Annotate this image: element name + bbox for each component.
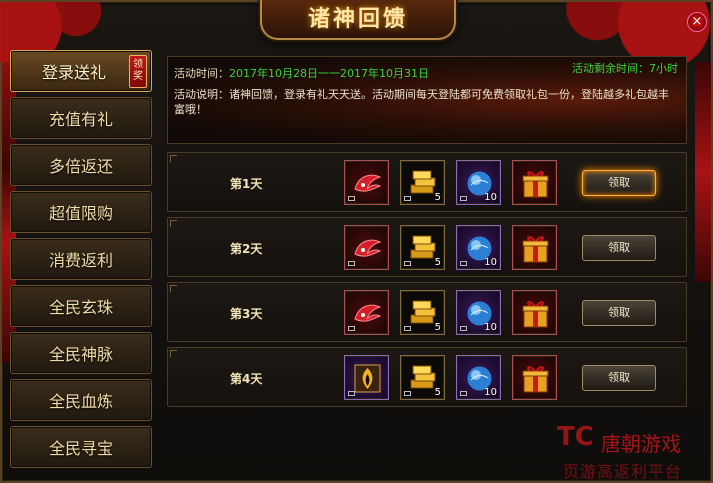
- item-count: 5: [434, 322, 441, 333]
- reward-slot[interactable]: [512, 290, 557, 335]
- bound-icon: [348, 391, 355, 396]
- red-wing-icon: [354, 304, 382, 322]
- bound-icon: [348, 326, 355, 331]
- sidebar-item-treasure-hunt[interactable]: 全民寻宝: [10, 426, 152, 468]
- watermark-logo: TC 唐朝游戏 页游高返利平台: [557, 420, 713, 482]
- sidebar-item-spend-rebate[interactable]: 消费返利: [10, 238, 152, 280]
- title-plate: 诸神回馈: [260, 0, 456, 40]
- reward-row: 第2天 5 10 领取: [167, 217, 687, 277]
- item-count: 10: [484, 322, 497, 333]
- watermark-subtitle: 页游高返利平台: [563, 462, 683, 481]
- reward-slot[interactable]: [344, 225, 389, 270]
- day-label: 第2天: [230, 242, 263, 256]
- day-label: 第1天: [230, 177, 263, 191]
- gift-box-icon: [522, 171, 549, 198]
- window-title: 诸神回馈: [307, 6, 408, 32]
- sidebar-item-label: 充值有礼: [48, 110, 113, 129]
- event-description: 活动说明：诸神回馈，登录有礼天天送。活动期间每天登陆都可免费领取礼包一份，登陆越…: [174, 88, 669, 116]
- flame-portrait-icon: [354, 364, 381, 393]
- sidebar-item-label: 登录送礼: [41, 63, 106, 82]
- reward-slot[interactable]: [344, 290, 389, 335]
- sidebar-item-label: 超值限购: [48, 204, 113, 223]
- watermark-mark: TC: [557, 422, 594, 452]
- ribbon-side-right: [695, 62, 711, 282]
- claim-button[interactable]: 领取: [582, 365, 656, 391]
- sidebar-item-shenmai[interactable]: 全民神脉: [10, 332, 152, 374]
- day-label: 第4天: [230, 372, 263, 386]
- reward-slot[interactable]: [344, 160, 389, 205]
- reward-slot[interactable]: 10: [456, 160, 501, 205]
- gift-box-icon: [522, 301, 549, 328]
- bound-icon: [460, 391, 467, 396]
- reward-slot[interactable]: 10: [456, 290, 501, 335]
- sidebar-item-xuelian[interactable]: 全民血炼: [10, 379, 152, 421]
- close-button[interactable]: ×: [687, 12, 707, 32]
- reward-slot[interactable]: [512, 160, 557, 205]
- item-count: 10: [484, 192, 497, 203]
- bound-icon: [404, 391, 411, 396]
- bound-icon: [348, 196, 355, 201]
- bound-icon: [460, 196, 467, 201]
- item-count: 5: [434, 257, 441, 268]
- sidebar-item-label: 全民寻宝: [48, 439, 113, 458]
- reward-slot[interactable]: 5: [400, 355, 445, 400]
- claim-button[interactable]: 领取: [582, 235, 656, 261]
- bound-icon: [348, 261, 355, 266]
- event-time-value: 2017年10月28日一一2017年10月31日: [229, 67, 429, 80]
- bound-icon: [460, 326, 467, 331]
- bound-icon: [404, 261, 411, 266]
- event-time-label: 活动时间：: [174, 67, 229, 80]
- reward-slot[interactable]: [344, 355, 389, 400]
- bound-icon: [404, 196, 411, 201]
- sidebar-item-label: 全民神脉: [48, 345, 113, 364]
- item-count: 10: [484, 387, 497, 398]
- claim-badge: 领奖: [129, 55, 147, 88]
- item-count: 5: [434, 387, 441, 398]
- event-info-banner: 活动时间：2017年10月28日一一2017年10月31日 活动剩余时间：7小时…: [167, 56, 687, 144]
- reward-slot[interactable]: 10: [456, 355, 501, 400]
- red-wing-icon: [354, 174, 382, 192]
- reward-row: 第4天 5 10 领取: [167, 347, 687, 407]
- red-wing-icon: [354, 239, 382, 257]
- reward-list: 第1天 5 10 领取 第2天 5 10 领取 第3天 5 10 领取 第4天 …: [167, 152, 687, 412]
- sidebar-item-label: 全民玄珠: [48, 298, 113, 317]
- reward-slot[interactable]: 5: [400, 225, 445, 270]
- gift-box-icon: [522, 236, 549, 263]
- watermark-name: 唐朝游戏: [601, 432, 681, 456]
- claim-button[interactable]: 领取: [582, 300, 656, 326]
- item-count: 10: [484, 257, 497, 268]
- sidebar-item-label: 多倍返还: [48, 157, 113, 176]
- sidebar-item-xuanzhu[interactable]: 全民玄珠: [10, 285, 152, 327]
- reward-row: 第3天 5 10 领取: [167, 282, 687, 342]
- sidebar-item-login-gift[interactable]: 登录送礼 领奖: [10, 50, 152, 92]
- sidebar-item-label: 消费返利: [48, 251, 113, 270]
- sidebar-item-limited-purchase[interactable]: 超值限购: [10, 191, 152, 233]
- sidebar-item-multi-return[interactable]: 多倍返还: [10, 144, 152, 186]
- claim-button[interactable]: 领取: [582, 170, 656, 196]
- sidebar-item-recharge-gift[interactable]: 充值有礼: [10, 97, 152, 139]
- day-label: 第3天: [230, 307, 263, 321]
- reward-slot[interactable]: 10: [456, 225, 501, 270]
- event-time: 活动时间：2017年10月28日一一2017年10月31日: [174, 65, 429, 81]
- event-window: 诸神回馈 × 登录送礼 领奖 充值有礼 多倍返还 超值限购 消费返利 全民玄珠 …: [0, 0, 713, 483]
- sidebar: 登录送礼 领奖 充值有礼 多倍返还 超值限购 消费返利 全民玄珠 全民神脉 全民…: [10, 50, 152, 473]
- reward-slot[interactable]: [512, 355, 557, 400]
- gift-box-icon: [522, 366, 549, 393]
- reward-slot[interactable]: 5: [400, 160, 445, 205]
- bound-icon: [460, 261, 467, 266]
- reward-row: 第1天 5 10 领取: [167, 152, 687, 212]
- remaining-time: 活动剩余时间：7小时: [572, 62, 678, 75]
- reward-slot[interactable]: [512, 225, 557, 270]
- bound-icon: [404, 326, 411, 331]
- item-count: 5: [434, 192, 441, 203]
- sidebar-item-label: 全民血炼: [48, 392, 113, 411]
- reward-slot[interactable]: 5: [400, 290, 445, 335]
